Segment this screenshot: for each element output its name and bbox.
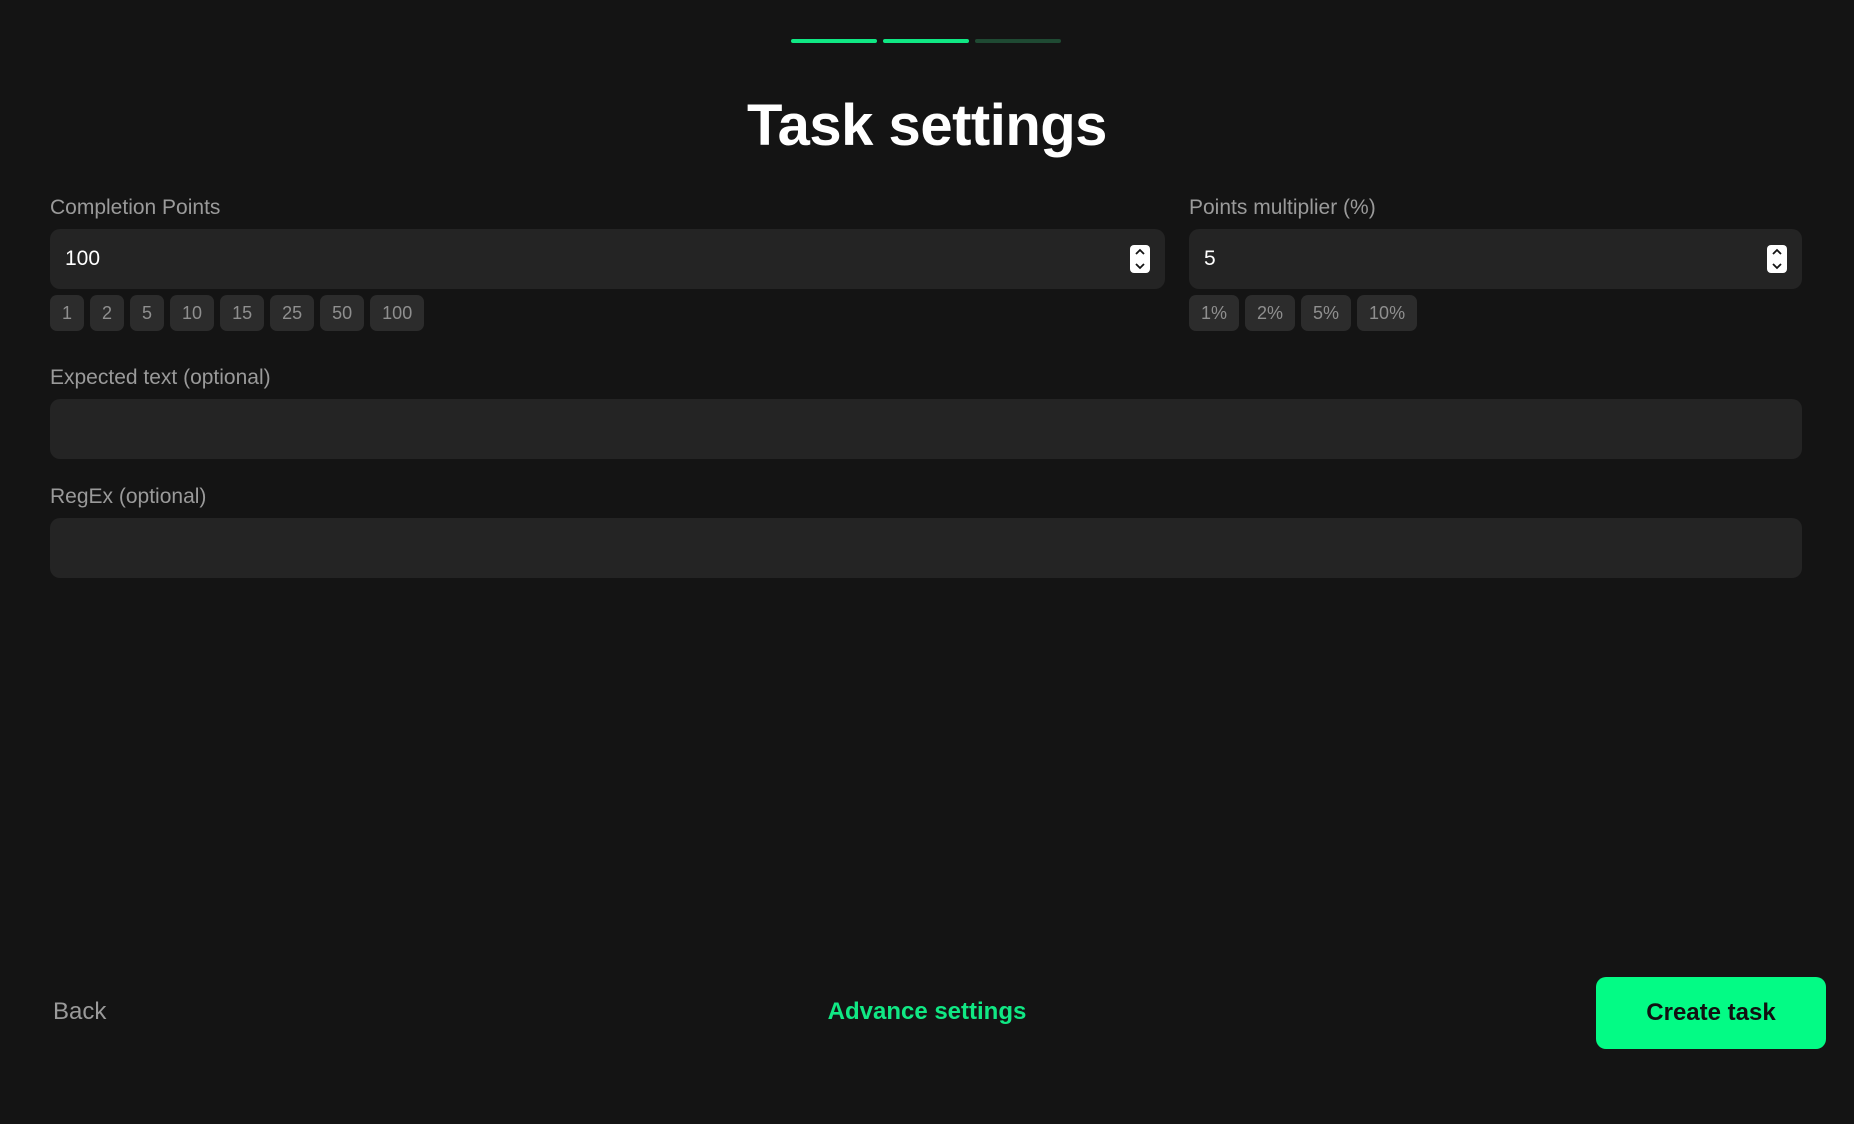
chevron-down-icon[interactable] [1134,260,1146,272]
completion-points-preset-chip[interactable]: 15 [220,295,265,331]
create-task-button[interactable]: Create task [1596,977,1826,1049]
expected-text-field [50,399,1802,459]
chevron-down-icon[interactable] [1771,260,1783,272]
points-multiplier-presets: 1% 2% 5% 10% [1189,295,1418,331]
completion-points-preset-chip[interactable]: 25 [270,295,315,331]
points-multiplier-preset-chip[interactable]: 1% [1189,295,1240,331]
points-multiplier-preset-chip[interactable]: 2% [1245,295,1296,331]
regex-input[interactable] [65,518,1787,578]
regex-label: RegEx (optional) [50,485,207,508]
completion-points-preset-chip[interactable]: 2 [90,295,125,331]
expected-text-label: Expected text (optional) [50,366,271,389]
progress-step-1 [791,39,877,43]
back-button[interactable]: Back [53,998,106,1026]
advanced-settings-link[interactable]: Advance settings [828,998,1027,1025]
expected-text-input[interactable] [65,399,1787,459]
points-multiplier-preset-chip[interactable]: 5% [1301,295,1352,331]
completion-points-preset-chip[interactable]: 100 [370,295,425,331]
points-multiplier-stepper[interactable] [1767,245,1787,273]
points-multiplier-field [1189,229,1802,289]
progress-steps [791,39,1061,43]
points-multiplier-label: Points multiplier (%) [1189,196,1376,219]
progress-step-3 [975,39,1061,43]
progress-step-2 [883,39,969,43]
completion-points-preset-chip[interactable]: 10 [170,295,215,331]
chevron-up-icon[interactable] [1134,246,1146,258]
completion-points-preset-chip[interactable]: 1 [50,295,85,331]
completion-points-input[interactable] [65,229,1122,289]
points-multiplier-preset-chip[interactable]: 10% [1357,295,1418,331]
points-multiplier-input[interactable] [1204,229,1759,289]
page-title: Task settings [747,93,1107,158]
completion-points-presets: 1 2 5 10 15 25 50 100 [50,295,425,331]
completion-points-label: Completion Points [50,196,221,219]
chevron-up-icon[interactable] [1771,246,1783,258]
completion-points-preset-chip[interactable]: 5 [130,295,165,331]
completion-points-preset-chip[interactable]: 50 [320,295,365,331]
advanced-settings-wrap: Advance settings [0,998,1854,1026]
task-settings-page: Task settings Completion Points 12510152… [0,0,1854,1124]
completion-points-field [50,229,1165,289]
regex-field [50,518,1802,578]
completion-points-stepper[interactable] [1130,245,1150,273]
